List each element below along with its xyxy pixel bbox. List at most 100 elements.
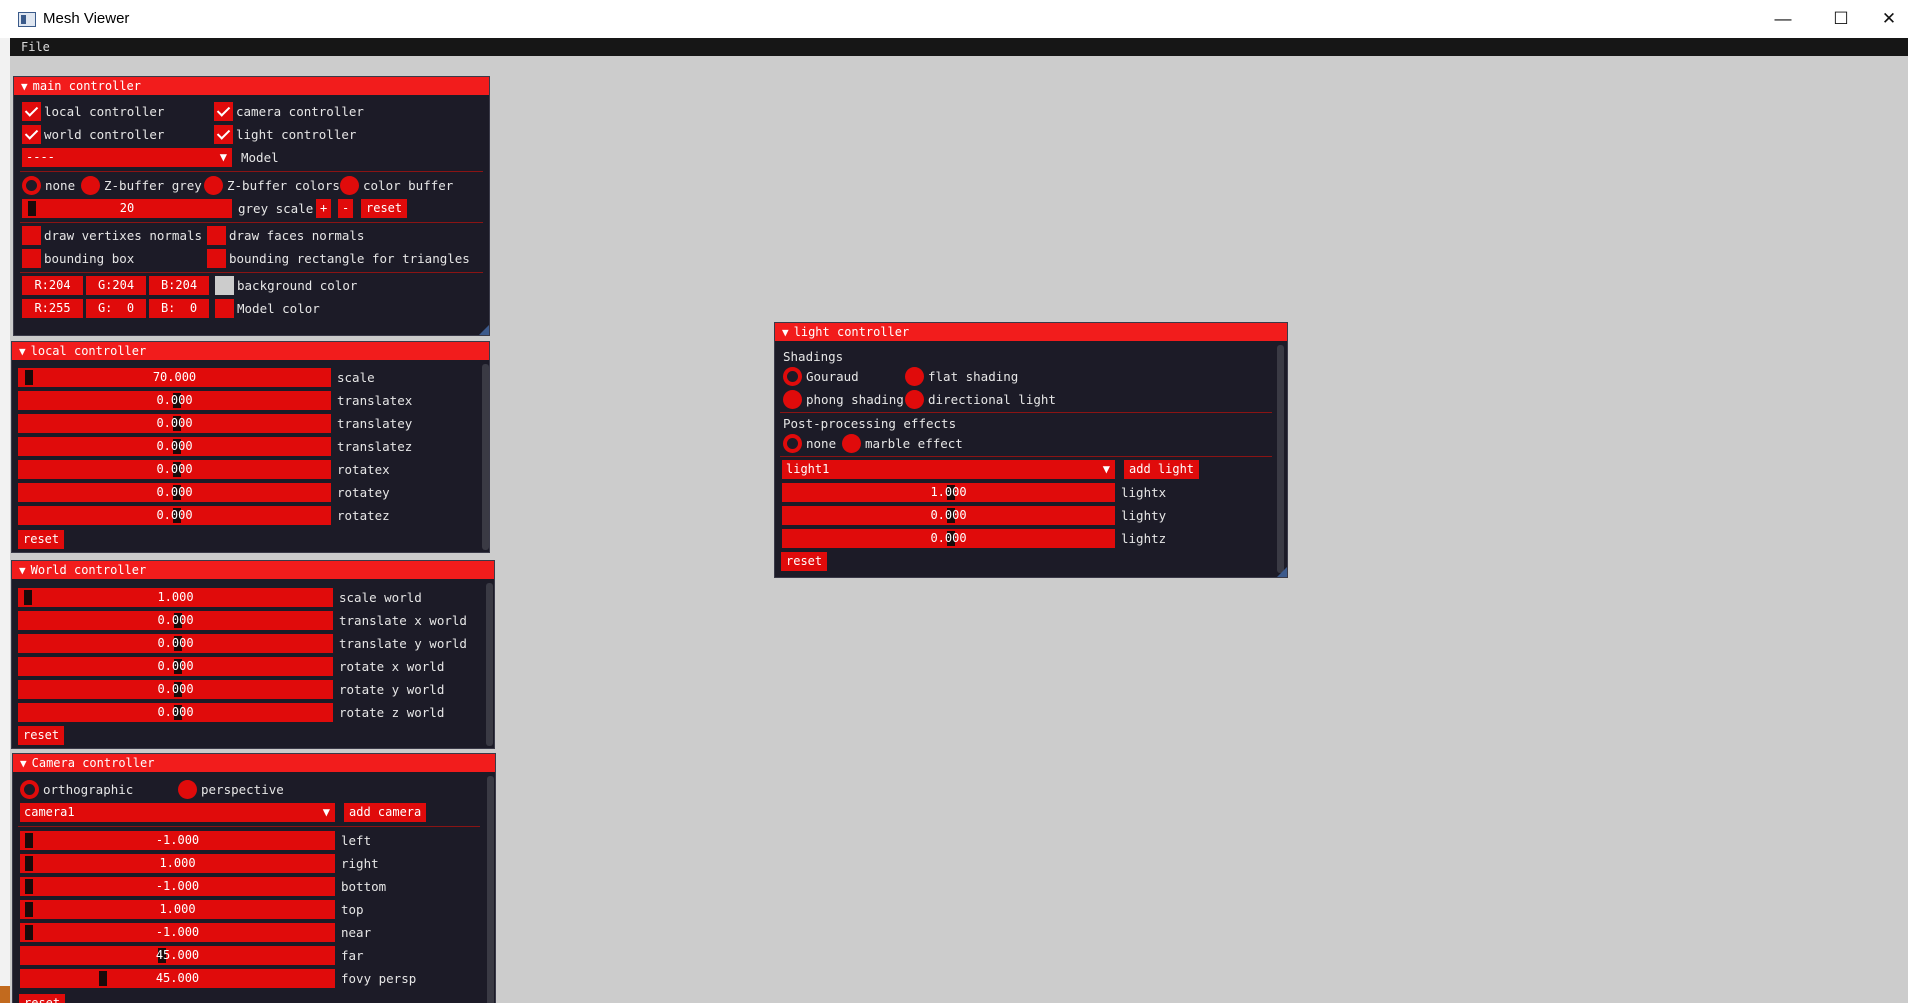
light-reset-button[interactable]: reset <box>781 552 828 571</box>
orthographic-radio[interactable] <box>20 780 39 799</box>
close-button[interactable]: ✕ <box>1870 0 1908 38</box>
translatez-label: translatez <box>337 439 413 454</box>
bounding-rect-checkbox[interactable] <box>207 249 226 268</box>
rotatex-slider[interactable]: 0.000 <box>18 460 331 479</box>
grey-scale-minus-button[interactable]: - <box>338 199 354 218</box>
marble-effect-radio[interactable] <box>842 434 861 453</box>
camera-controller-checkbox[interactable] <box>214 102 233 121</box>
far-slider[interactable]: 45.000 <box>20 946 335 965</box>
world-controller-window: ▼ World controller reset 1.000 scale world… <box>11 560 495 749</box>
model-combo[interactable]: ---- ▼ <box>22 148 232 167</box>
zbuffer-colors-radio[interactable] <box>204 176 223 195</box>
camera-reset-button[interactable]: reset <box>19 994 66 1003</box>
resize-grip[interactable] <box>1277 567 1287 577</box>
slider-grab[interactable] <box>25 902 33 917</box>
translate-y-world-slider[interactable]: 0.000 <box>18 634 333 653</box>
slider-grab[interactable] <box>25 879 33 894</box>
bg-color-b-field[interactable]: B:204 <box>149 276 209 295</box>
fovy-persp-slider[interactable]: 45.000 <box>20 969 335 988</box>
near-slider[interactable]: -1.000 <box>20 923 335 942</box>
buffer-none-radio[interactable] <box>22 176 41 195</box>
main-controller-title-bar[interactable]: ▼ main controller <box>14 77 489 95</box>
lightz-slider[interactable]: 0.000 <box>782 529 1115 548</box>
collapse-arrow-icon[interactable]: ▼ <box>21 80 28 93</box>
slider-grab[interactable] <box>28 201 36 216</box>
rotate-x-world-slider[interactable]: 0.000 <box>18 657 333 676</box>
light-controller-checkbox[interactable] <box>214 125 233 144</box>
scrollbar[interactable] <box>482 364 489 550</box>
top-slider[interactable]: 1.000 <box>20 900 335 919</box>
collapse-arrow-icon[interactable]: ▼ <box>782 326 789 339</box>
directional-light-radio[interactable] <box>905 390 924 409</box>
post-none-radio[interactable] <box>783 434 802 453</box>
world-controller-checkbox[interactable] <box>22 125 41 144</box>
draw-face-normals-checkbox[interactable] <box>207 226 226 245</box>
bg-color-g-field[interactable]: G:204 <box>86 276 146 295</box>
add-light-button[interactable]: add light <box>1124 460 1200 479</box>
scrollbar[interactable] <box>1277 345 1284 573</box>
local-controller-title-bar[interactable]: ▼ local controller <box>12 342 489 360</box>
phong-shading-radio[interactable] <box>783 390 802 409</box>
slider-grab[interactable] <box>25 925 33 940</box>
model-color-swatch[interactable] <box>215 299 234 318</box>
world-controller-title-bar[interactable]: ▼ World controller <box>12 561 494 579</box>
resize-grip[interactable] <box>479 325 489 335</box>
bg-color-swatch[interactable] <box>215 276 234 295</box>
right-value: 1.000 <box>159 856 196 870</box>
grey-scale-plus-button[interactable]: + <box>316 199 332 218</box>
minimize-button[interactable]: — <box>1754 0 1812 38</box>
zbuffer-grey-radio[interactable] <box>81 176 100 195</box>
rotatez-slider[interactable]: 0.000 <box>18 506 331 525</box>
rotatex-label: rotatex <box>337 462 390 477</box>
gouraud-radio[interactable] <box>783 367 802 386</box>
model-color-b-field[interactable]: B: 0 <box>149 299 209 318</box>
lighty-slider[interactable]: 0.000 <box>782 506 1115 525</box>
slider-grab[interactable] <box>99 971 107 986</box>
model-color-r-field[interactable]: R:255 <box>22 299 83 318</box>
scrollbar[interactable] <box>487 776 494 1003</box>
light-combo[interactable]: light1 ▼ <box>782 460 1115 479</box>
left-slider[interactable]: -1.000 <box>20 831 335 850</box>
slider-grab[interactable] <box>25 833 33 848</box>
lightx-slider[interactable]: 1.000 <box>782 483 1115 502</box>
rotate-y-world-slider[interactable]: 0.000 <box>18 680 333 699</box>
rotate-z-world-slider[interactable]: 0.000 <box>18 703 333 722</box>
menu-file[interactable]: File <box>21 40 50 54</box>
scrollbar[interactable] <box>486 583 493 746</box>
bounding-box-checkbox[interactable] <box>22 249 41 268</box>
local-reset-button[interactable]: reset <box>18 530 65 549</box>
grey-scale-slider[interactable]: 20 <box>22 199 232 218</box>
slider-grab[interactable] <box>25 370 33 385</box>
right-slider[interactable]: 1.000 <box>20 854 335 873</box>
collapse-arrow-icon[interactable]: ▼ <box>20 757 27 770</box>
camera-controller-title: Camera controller <box>31 756 155 770</box>
add-camera-button[interactable]: add camera <box>344 803 427 822</box>
scale-slider[interactable]: 70.000 <box>18 368 331 387</box>
slider-grab[interactable] <box>24 590 32 605</box>
bg-color-r-field[interactable]: R:204 <box>22 276 83 295</box>
camera-controller-title-bar[interactable]: ▼ Camera controller <box>13 754 495 772</box>
translatey-slider[interactable]: 0.000 <box>18 414 331 433</box>
flat-shading-radio[interactable] <box>905 367 924 386</box>
translatex-slider[interactable]: 0.000 <box>18 391 331 410</box>
maximize-button[interactable]: ☐ <box>1812 0 1870 38</box>
grey-scale-reset-button[interactable]: reset <box>361 199 408 218</box>
model-color-g-field[interactable]: G: 0 <box>86 299 146 318</box>
collapse-arrow-icon[interactable]: ▼ <box>19 564 26 577</box>
translate-x-world-slider[interactable]: 0.000 <box>18 611 333 630</box>
scale-world-slider[interactable]: 1.000 <box>18 588 333 607</box>
taskbar-corner <box>0 986 10 1003</box>
scale-world-label: scale world <box>339 590 422 605</box>
translatez-slider[interactable]: 0.000 <box>18 437 331 456</box>
light-controller-title-bar[interactable]: ▼ light controller <box>775 323 1287 341</box>
slider-grab[interactable] <box>25 856 33 871</box>
bottom-slider[interactable]: -1.000 <box>20 877 335 896</box>
camera-combo[interactable]: camera1 ▼ <box>20 803 335 822</box>
collapse-arrow-icon[interactable]: ▼ <box>19 345 26 358</box>
rotatey-slider[interactable]: 0.000 <box>18 483 331 502</box>
color-buffer-radio[interactable] <box>340 176 359 195</box>
draw-vertex-normals-checkbox[interactable] <box>22 226 41 245</box>
perspective-radio[interactable] <box>178 780 197 799</box>
local-controller-checkbox[interactable] <box>22 102 41 121</box>
world-reset-button[interactable]: reset <box>18 726 65 745</box>
